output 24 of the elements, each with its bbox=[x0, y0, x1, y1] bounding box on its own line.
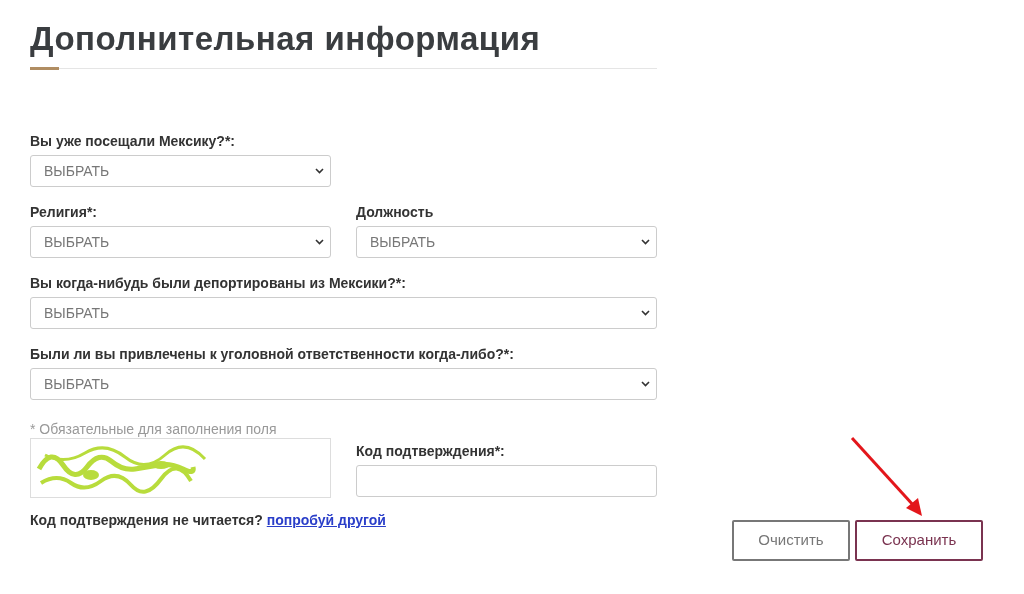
input-field[interactable] bbox=[356, 465, 657, 497]
field-label: Должность bbox=[356, 203, 435, 222]
action-button[interactable]: Сохранить bbox=[855, 520, 983, 561]
link[interactable]: попробуй другой bbox=[266, 512, 386, 528]
help-text: Код подтверждения не читается? попробуй другой bbox=[30, 511, 387, 530]
field-label: Вы когда-нибудь были депортированы из Мексики?*: bbox=[30, 274, 407, 293]
select-field[interactable]: ВЫБРАТЬ bbox=[30, 297, 657, 329]
required-note: * Обязательные для заполнения поля bbox=[30, 420, 278, 438]
chevron-down-icon bbox=[641, 310, 650, 316]
select-field[interactable]: ВЫБРАТЬ bbox=[30, 368, 657, 400]
select-field[interactable]: ВЫБРАТЬ bbox=[30, 155, 331, 187]
chevron-down-icon bbox=[641, 239, 650, 245]
action-button[interactable]: Очистить bbox=[732, 520, 850, 561]
chevron-down-icon bbox=[315, 239, 324, 245]
title-accent bbox=[30, 67, 59, 70]
field-label: Код подтверждения*: bbox=[356, 442, 506, 461]
chevron-down-icon bbox=[641, 381, 650, 387]
field-label: Вы уже посещали Мексику?*: bbox=[30, 132, 236, 151]
select-field[interactable]: ВЫБРАТЬ bbox=[30, 226, 331, 258]
field-label: Были ли вы привлечены к уголовной ответственности когда-либо?*: bbox=[30, 345, 515, 364]
chevron-down-icon bbox=[315, 168, 324, 174]
page-title: Дополнительная информация bbox=[30, 19, 542, 59]
select-field[interactable]: ВЫБРАТЬ bbox=[356, 226, 657, 258]
field-label: Религия*: bbox=[30, 203, 98, 222]
